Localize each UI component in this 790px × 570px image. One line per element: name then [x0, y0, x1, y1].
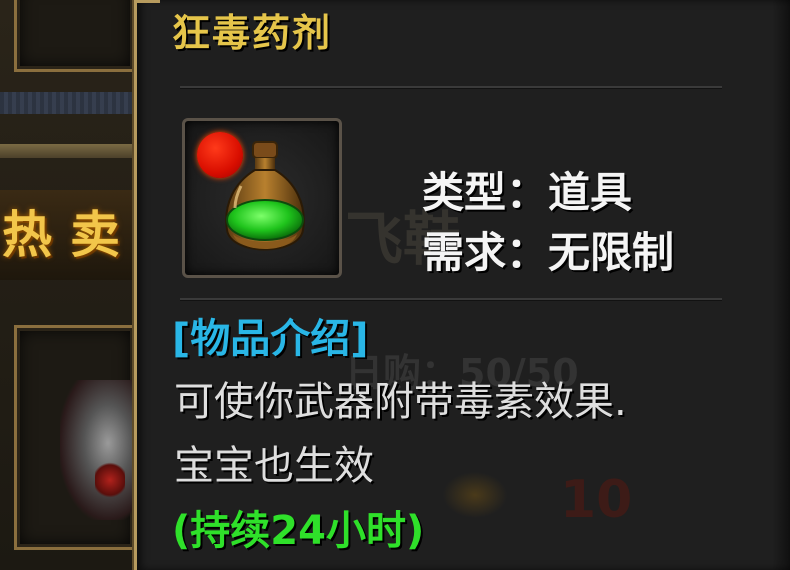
tooltip-divider [180, 86, 722, 89]
armor-gem-icon [95, 460, 125, 500]
coin-icon [440, 470, 510, 520]
description-heading: [物品介绍] [172, 316, 369, 362]
item-type: 类型：道具 [422, 168, 633, 217]
description-line: 宝宝也生效 [174, 443, 374, 489]
panel-divider [0, 92, 140, 114]
tooltip-divider [180, 298, 722, 301]
item-requirement: 需求：无限制 [422, 228, 675, 277]
tooltip-edge-shadow [772, 0, 790, 570]
item-name: 狂毒药剂 [172, 11, 333, 55]
panel-divider [0, 144, 140, 158]
hot-sale-tab[interactable]: 热卖 [0, 190, 140, 280]
effect-duration: (持续24小时) [172, 508, 425, 554]
obscured-price: 10 [560, 470, 633, 530]
shop-item-slot[interactable] [14, 0, 136, 72]
tooltip-corner-ornament [134, 0, 160, 20]
bound-item-marker-icon [197, 132, 243, 178]
description-line: 可使你武器附带毒素效果. [174, 379, 627, 425]
